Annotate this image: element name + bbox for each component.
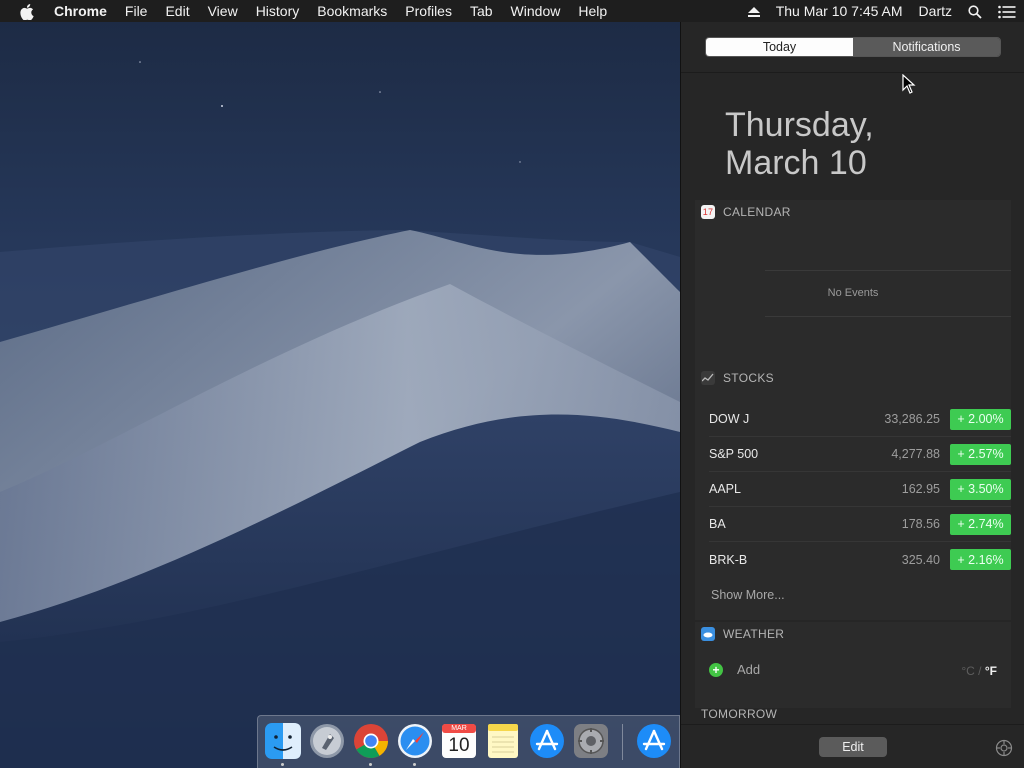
- stock-symbol: S&P 500: [709, 447, 759, 461]
- stocks-show-more-link[interactable]: Show More...: [711, 588, 785, 602]
- weather-icon: [701, 627, 715, 641]
- add-plus-icon: +: [709, 662, 723, 677]
- stock-price: 4,277.88: [891, 447, 940, 461]
- stock-row[interactable]: S&P 500 4,277.88 + 2.57%: [709, 437, 1011, 472]
- today-date-heading: Thursday, March 10: [725, 106, 874, 182]
- weather-widget-header[interactable]: WEATHER: [695, 622, 1011, 646]
- safari-running-indicator: [413, 763, 416, 766]
- tomorrow-widget: TOMORROW: [695, 702, 1011, 726]
- menu-profiles[interactable]: Profiles: [396, 3, 461, 19]
- stock-row[interactable]: BA 178.56 + 2.74%: [709, 507, 1011, 542]
- stock-symbol: BRK-B: [709, 552, 748, 567]
- dune-artwork: [0, 61, 680, 768]
- calendar-widget: 17 CALENDAR No Events: [695, 200, 1011, 368]
- tomorrow-widget-title: TOMORROW: [701, 707, 778, 721]
- calendar-divider-top: [765, 270, 1011, 271]
- desktop-wallpaper: [0, 22, 680, 768]
- menu-history[interactable]: History: [247, 3, 309, 19]
- calendar-widget-header[interactable]: 17 CALENDAR: [695, 200, 1011, 224]
- launchpad-icon[interactable]: [308, 722, 346, 760]
- stock-change-badge[interactable]: + 2.00%: [950, 408, 1011, 430]
- unit-celsius[interactable]: °C: [961, 664, 974, 678]
- gear-icon[interactable]: [995, 739, 1013, 757]
- stock-symbol: BA: [709, 517, 726, 531]
- edit-widgets-button[interactable]: Edit: [819, 737, 887, 757]
- stock-price: 325.40: [901, 552, 940, 567]
- stock-price: 162.95: [901, 482, 940, 496]
- menubar-user[interactable]: Dartz: [911, 3, 960, 19]
- menu-help[interactable]: Help: [569, 3, 616, 19]
- calendar-divider-bottom: [765, 316, 1011, 317]
- calendar-app-icon[interactable]: MAR 10: [440, 722, 478, 760]
- stock-change-badge[interactable]: + 2.16%: [950, 549, 1011, 570]
- spotlight-search-icon[interactable]: [960, 3, 990, 19]
- app-store-icon[interactable]: [528, 722, 566, 760]
- safari-icon[interactable]: [396, 722, 434, 760]
- stock-change-badge[interactable]: + 2.57%: [950, 443, 1011, 465]
- chrome-icon[interactable]: [352, 722, 390, 760]
- date-weekday: Thursday,: [725, 106, 874, 144]
- stock-change-badge[interactable]: + 2.74%: [950, 513, 1011, 535]
- date-month-day: March 10: [725, 144, 867, 182]
- menu-window[interactable]: Window: [502, 3, 570, 19]
- menu-view[interactable]: View: [199, 3, 247, 19]
- tomorrow-widget-header[interactable]: TOMORROW: [695, 702, 1011, 726]
- stock-row[interactable]: DOW J 33,286.25 + 2.00%: [709, 402, 1011, 437]
- stocks-widget-title: STOCKS: [723, 371, 774, 385]
- finder-running-indicator: [281, 763, 284, 766]
- panel-divider: [681, 72, 1024, 73]
- weather-unit-toggle[interactable]: °C / °F: [961, 664, 997, 678]
- weather-add-location[interactable]: + Add: [709, 662, 760, 677]
- view-segmented-control: Today Notifications: [705, 37, 1001, 57]
- mouse-cursor-icon: [902, 73, 916, 94]
- dock-separator: [622, 724, 623, 760]
- stock-price: 178.56: [901, 517, 940, 531]
- menu-tab[interactable]: Tab: [461, 3, 502, 19]
- calendar-icon: 17: [701, 205, 715, 219]
- notification-center-panel: Today Notifications Thursday, March 10 1…: [680, 22, 1024, 768]
- unit-fahrenheit[interactable]: °F: [985, 664, 997, 678]
- system-preferences-icon[interactable]: [572, 722, 610, 760]
- apple-menu-icon[interactable]: [0, 2, 54, 21]
- finder-icon[interactable]: [264, 722, 302, 760]
- weather-widget-title: WEATHER: [723, 627, 785, 641]
- menu-edit[interactable]: Edit: [156, 3, 198, 19]
- unit-separator: /: [978, 664, 982, 678]
- tab-today[interactable]: Today: [706, 38, 853, 56]
- menu-file[interactable]: File: [116, 3, 157, 19]
- app-store-download-icon[interactable]: [635, 722, 673, 760]
- stock-symbol: AAPL: [709, 482, 741, 496]
- stock-row[interactable]: BRK-B 325.40 + 2.16%: [709, 542, 1011, 577]
- menu-app-name[interactable]: Chrome: [54, 3, 116, 19]
- calendar-widget-title: CALENDAR: [723, 205, 791, 219]
- notes-icon[interactable]: [484, 722, 522, 760]
- notification-center-icon[interactable]: [990, 3, 1024, 19]
- menu-bookmarks[interactable]: Bookmarks: [308, 3, 396, 19]
- menu-bar: Chrome File Edit View History Bookmarks …: [0, 0, 1024, 22]
- notification-center-footer: Edit: [681, 724, 1024, 768]
- calendar-app-day: 10: [448, 735, 470, 756]
- stocks-widget-header[interactable]: STOCKS: [695, 366, 1011, 390]
- stock-change-badge[interactable]: + 3.50%: [950, 478, 1011, 500]
- menubar-clock[interactable]: Thu Mar 10 7:45 AM: [768, 3, 911, 19]
- eject-icon[interactable]: [740, 3, 768, 19]
- weather-widget: WEATHER + Add °C / °F: [695, 622, 1011, 708]
- tab-notifications[interactable]: Notifications: [853, 38, 1000, 56]
- stock-symbol: DOW J: [709, 412, 750, 426]
- dock: MAR 10: [257, 715, 680, 768]
- calendar-no-events: No Events: [827, 287, 879, 299]
- chrome-running-indicator: [369, 763, 372, 766]
- stock-price: 33,286.25: [884, 412, 940, 426]
- weather-add-label: Add: [737, 662, 761, 677]
- stocks-widget: STOCKS DOW J 33,286.25 + 2.00% S&P 500 4…: [695, 366, 1011, 620]
- stocks-icon: [701, 371, 715, 385]
- calendar-app-month: MAR: [451, 725, 467, 732]
- stock-row[interactable]: AAPL 162.95 + 3.50%: [709, 472, 1011, 507]
